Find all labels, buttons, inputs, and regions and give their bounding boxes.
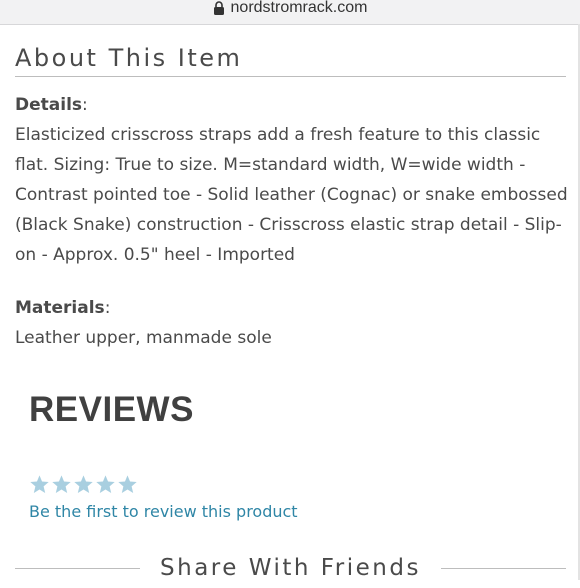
details-label: Details: [15, 95, 83, 115]
star-icon[interactable]: [73, 474, 94, 495]
heading-divider: [15, 76, 566, 77]
share-with-friends-heading: Share With Friends: [160, 555, 421, 581]
url-text: nordstromrack.com: [230, 0, 368, 16]
share-with-friends-header: Share With Friends: [15, 548, 566, 588]
materials-label: Materials: [15, 298, 105, 318]
materials-section: Materials: Leather upper, manmade sole: [15, 293, 570, 353]
details-section: Details: Elasticized crisscross straps a…: [15, 90, 570, 270]
star-icon[interactable]: [29, 474, 50, 495]
share-divider-right: [440, 567, 566, 569]
star-icon[interactable]: [51, 474, 72, 495]
first-review-link[interactable]: Be the first to review this product: [29, 502, 298, 521]
lock-icon: [213, 1, 224, 15]
browser-url-bar[interactable]: nordstromrack.com: [0, 0, 580, 25]
star-icon[interactable]: [117, 474, 138, 495]
details-text: Elasticized crisscross straps add a fres…: [15, 125, 568, 265]
details-colon: :: [82, 95, 88, 115]
materials-colon: :: [104, 298, 111, 318]
share-divider-left: [15, 567, 141, 569]
star-rating[interactable]: [29, 474, 138, 495]
star-icon[interactable]: [95, 474, 116, 495]
about-this-item-heading: About This Item: [15, 44, 243, 72]
materials-text: Leather upper, manmade sole: [15, 328, 272, 348]
reviews-heading: REVIEWS: [29, 390, 194, 429]
